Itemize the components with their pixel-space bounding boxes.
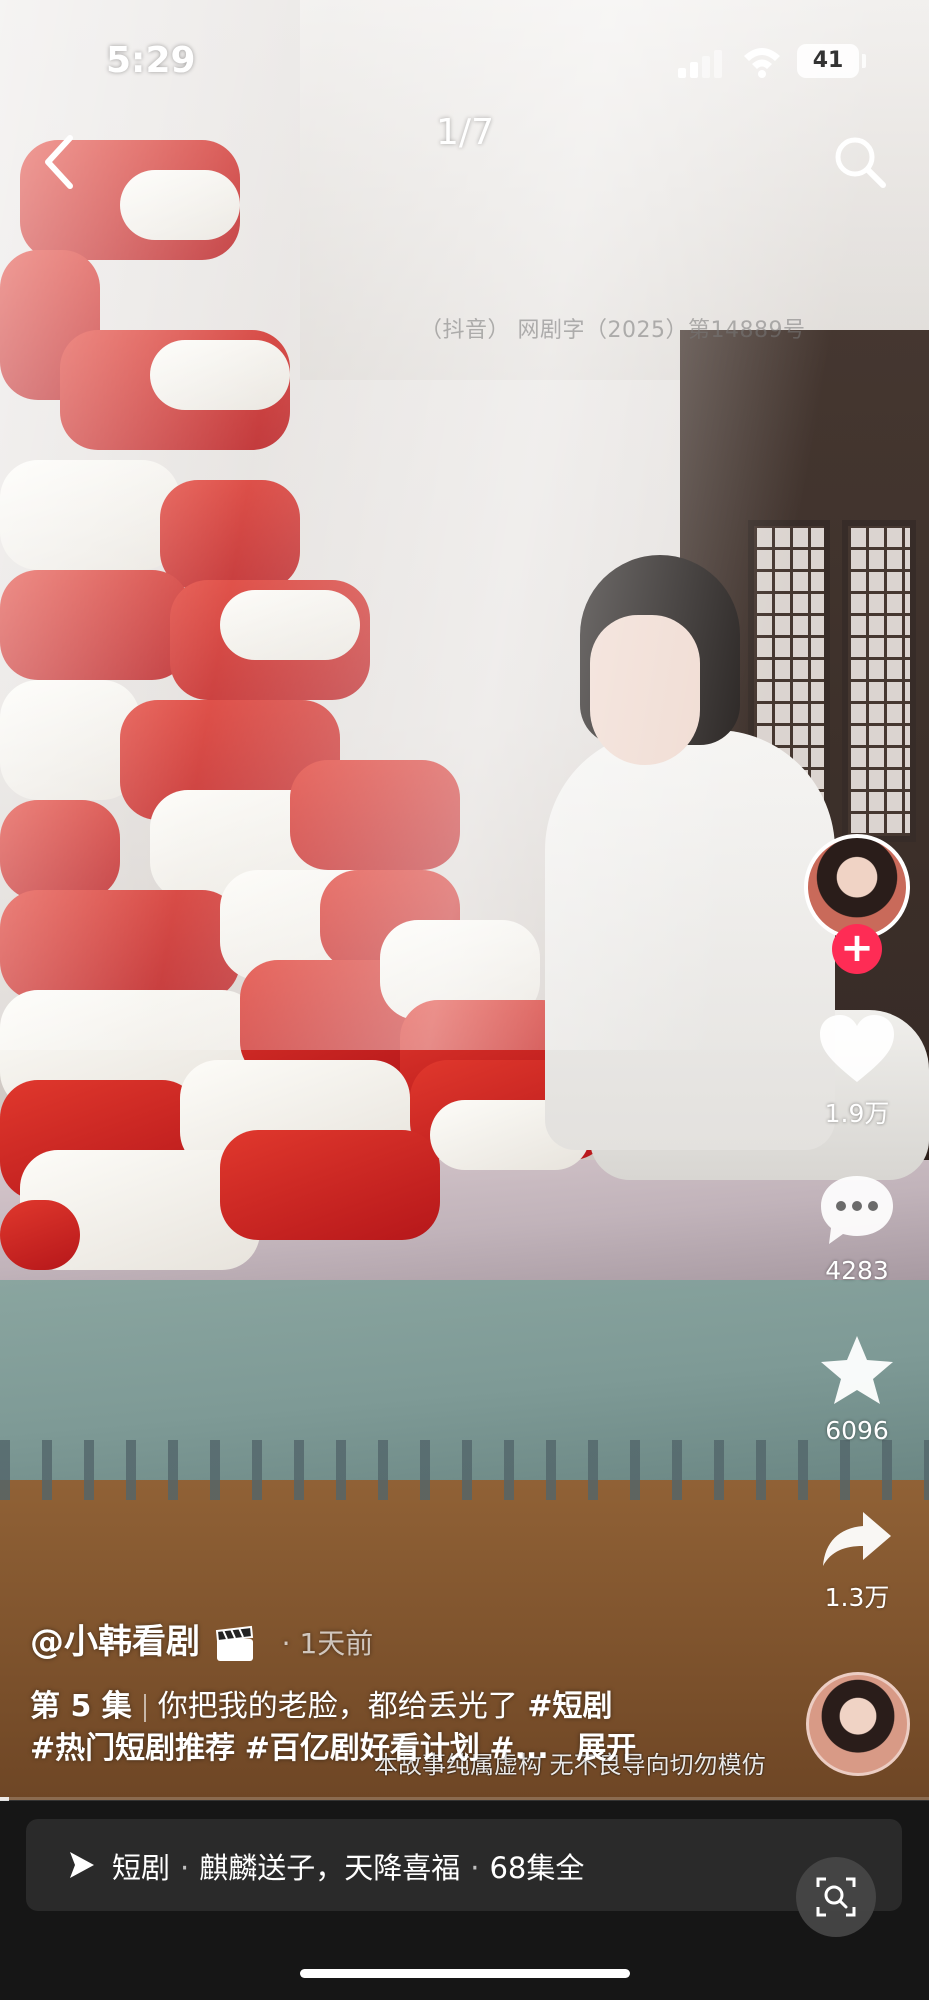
series-label: 短剧: [112, 1851, 171, 1885]
license-watermark: （抖音） 网剧字（2025）第14889号: [420, 318, 806, 343]
bed-tassels: [0, 1440, 929, 1500]
favorite-count: 6096: [825, 1416, 889, 1445]
post-time-text: 1天前: [299, 1627, 374, 1660]
series-info: 短剧 · 麒麟送子，天降喜福 · 68集全: [112, 1851, 585, 1885]
home-indicator[interactable]: [300, 1969, 630, 1978]
image-page-counter: 1/7: [436, 112, 494, 153]
lens-search-icon: [816, 1877, 856, 1917]
share-arrow-icon: [823, 1512, 891, 1566]
caption-text[interactable]: 第 5 集你把我的老脸，都给丢光了 #短剧 #热门短剧推荐 #百亿剧好看计划 #…: [30, 1686, 790, 1770]
hashtag[interactable]: #百亿剧好看计划: [245, 1731, 480, 1766]
hashtag-truncated[interactable]: #...: [489, 1731, 548, 1766]
comment-button[interactable]: 4283: [800, 1172, 914, 1285]
status-time: 5:29: [106, 40, 196, 81]
like-count: 1.9万: [824, 1099, 890, 1128]
share-count: 1.3万: [824, 1583, 890, 1612]
author-row: @小韩看剧 · 1天前: [30, 1614, 373, 1663]
heart-icon: [820, 1015, 894, 1082]
star-icon: [821, 1336, 893, 1404]
expand-caption-button[interactable]: 展开: [576, 1731, 636, 1766]
clapperboard-icon: [215, 1625, 253, 1661]
status-bar: 5:29 41: [0, 0, 929, 120]
share-button[interactable]: 1.3万: [800, 1508, 914, 1614]
battery-indicator: 41: [797, 44, 859, 78]
battery-tip: [862, 54, 866, 68]
follow-button[interactable]: +: [832, 924, 882, 974]
wifi-icon: [744, 48, 780, 78]
caption-divider: [143, 1693, 146, 1722]
music-disc[interactable]: [806, 1672, 910, 1776]
bottom-panel: 短剧 · 麒麟送子，天降喜福 · 68集全: [0, 1801, 929, 2000]
episode-label: 第 5 集: [30, 1689, 132, 1724]
chevron-left-icon[interactable]: [36, 132, 86, 192]
caption-body: 你把我的老脸，都给丢光了: [157, 1689, 518, 1724]
search-icon[interactable]: [832, 134, 888, 190]
series-banner[interactable]: 短剧 · 麒麟送子，天降喜福 · 68集全: [26, 1819, 902, 1911]
hashtag[interactable]: #热门短剧推荐: [30, 1731, 235, 1766]
comment-count: 4283: [825, 1256, 889, 1285]
cellular-signal-icon: [678, 50, 724, 78]
post-time: · 1天前: [281, 1627, 374, 1660]
video-frame[interactable]: （抖音） 网剧字（2025）第14889号 本故事纯属虚构 无不良导向切勿模仿: [0, 0, 929, 1800]
series-episodes: 68集全: [489, 1851, 585, 1885]
mosquito-net: [0, 0, 929, 1050]
like-button[interactable]: 1.9万: [800, 1012, 914, 1130]
author-name[interactable]: @小韩看剧: [30, 1622, 200, 1662]
plus-icon: +: [840, 925, 874, 971]
play-logo-icon: [70, 1852, 94, 1878]
favorite-button[interactable]: 6096: [800, 1332, 914, 1445]
series-title: 麒麟送子，天降喜福: [199, 1851, 461, 1885]
hashtag[interactable]: #短剧: [527, 1689, 612, 1724]
comment-icon: [821, 1176, 893, 1244]
lens-search-button[interactable]: [796, 1857, 876, 1937]
